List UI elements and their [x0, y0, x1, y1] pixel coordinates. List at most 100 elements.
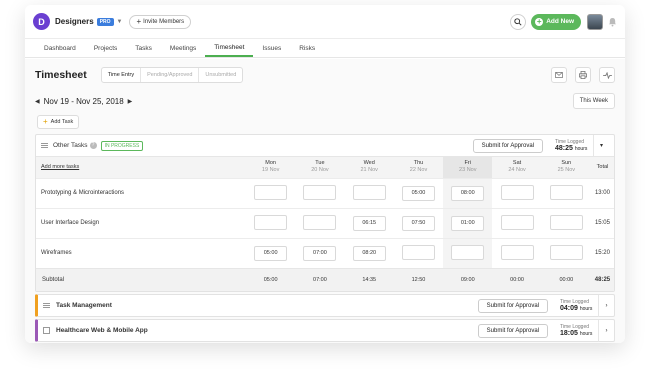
tab-issues[interactable]: Issues	[253, 39, 290, 57]
hours-input[interactable]	[549, 214, 583, 230]
subtotal-value: 00:00	[541, 267, 591, 291]
task-name: Wireframes	[36, 237, 246, 268]
submit-for-approval-button[interactable]: Submit for Approval	[477, 298, 548, 313]
add-task-button[interactable]: + Add Task	[37, 114, 80, 129]
hours-input[interactable]	[303, 214, 337, 230]
workspace-logo[interactable]: D	[33, 13, 50, 30]
day-header: Tue 20 Nov	[295, 157, 345, 178]
invite-members-button[interactable]: + Invite Members	[129, 14, 192, 29]
project-name: Healthcare Web & Mobile App	[56, 327, 148, 334]
hours-input[interactable]: 05:00	[254, 245, 288, 261]
hours-input[interactable]: 07:00	[303, 245, 337, 261]
help-icon[interactable]: ?	[89, 142, 97, 149]
avatar[interactable]	[587, 13, 603, 30]
hours-input[interactable]	[254, 184, 288, 200]
mail-icon	[555, 72, 563, 78]
day-header: Mon 19 Nov	[246, 157, 296, 178]
day-header-today: Fri 23 Nov	[443, 157, 493, 178]
invite-members-label: Invite Members	[143, 18, 185, 25]
time-logged-unit: hours	[579, 331, 593, 337]
tab-dashboard[interactable]: Dashboard	[35, 39, 85, 57]
page-title: Timesheet	[35, 69, 87, 81]
subtotal-value: 07:00	[295, 267, 345, 291]
flag-icon	[43, 327, 50, 334]
bell-icon[interactable]	[608, 17, 617, 27]
hours-input[interactable]	[352, 184, 386, 200]
hours-input[interactable]: 06:15	[352, 215, 386, 231]
view-unsubmitted[interactable]: Unsubmitted	[199, 68, 242, 82]
hours-input[interactable]	[500, 214, 534, 230]
table-header-row: Add more tasks Mon 19 Nov Tue 20 Nov Wed 21…	[36, 157, 614, 178]
chevron-right-icon[interactable]: ›	[598, 294, 614, 317]
chevron-down-icon[interactable]: ▾	[593, 134, 609, 157]
hours-input[interactable]	[500, 184, 534, 200]
row-total: 15:05	[590, 207, 614, 238]
row-total: 13:00	[590, 177, 614, 208]
workspace-name[interactable]: Designers	[55, 17, 94, 26]
tab-tasks[interactable]: Tasks	[126, 39, 161, 57]
time-logged: Time Logged 04:09 hours	[560, 299, 598, 312]
day-header: Wed 21 Nov	[344, 157, 394, 178]
add-more-tasks-link[interactable]: Add more tasks	[41, 164, 79, 170]
list-icon	[43, 303, 50, 308]
add-new-button[interactable]: + Add New	[531, 13, 581, 30]
timesheet-table: Add more tasks Mon 19 Nov Tue 20 Nov Wed 21…	[36, 157, 614, 291]
add-task-label: Add Task	[50, 118, 74, 125]
time-logged-value: 04:09	[560, 305, 578, 312]
subtotal-value: 12:50	[393, 267, 444, 291]
email-button[interactable]	[551, 67, 567, 83]
view-pending-approved[interactable]: Pending/Approved	[141, 68, 200, 82]
subtotal-value: 00:00	[492, 267, 542, 291]
this-week-button[interactable]: This Week	[572, 93, 615, 109]
chevron-right-icon[interactable]: ›	[598, 319, 614, 342]
add-new-label: Add New	[546, 18, 574, 25]
tab-risks[interactable]: Risks	[290, 39, 324, 57]
table-row: Prototyping & Microinteractions 05:00 08…	[36, 177, 614, 208]
project-row-task-management[interactable]: Task Management Submit for Approval Time…	[35, 294, 615, 317]
hours-input[interactable]	[303, 184, 337, 200]
activity-button[interactable]	[599, 67, 615, 83]
total-header: Total	[590, 157, 614, 178]
time-logged: Time Logged 48:25 hours	[555, 139, 593, 152]
hours-input[interactable]: 07:50	[401, 215, 435, 231]
plus-icon: +	[535, 16, 544, 26]
hours-input[interactable]	[254, 214, 288, 230]
hours-input[interactable]	[549, 184, 583, 200]
hours-input[interactable]: 01:00	[451, 215, 485, 231]
list-icon	[41, 143, 48, 148]
main-content: Timesheet Time Entry Pending/Approved Un…	[25, 59, 625, 343]
chevron-left-icon[interactable]: ◀	[35, 98, 40, 105]
subtotal-row: Subtotal 05:00 07:00 14:35 12:50 09:00 0…	[36, 267, 614, 291]
tab-projects[interactable]: Projects	[85, 39, 126, 57]
hours-input[interactable]	[549, 244, 583, 260]
top-bar: D Designers PRO ▼ + Invite Members + Add…	[25, 5, 625, 38]
hours-input[interactable]: 08:00	[451, 185, 485, 201]
day-header: Sat 24 Nov	[492, 157, 542, 178]
time-logged: Time Logged 18:05 hours	[560, 324, 598, 337]
hours-input[interactable]	[401, 244, 435, 260]
hours-input[interactable]	[500, 244, 534, 260]
status-badge: IN PROGRESS	[100, 140, 144, 151]
submit-for-approval-button[interactable]: Submit for Approval	[477, 323, 548, 338]
hours-input[interactable]: 08:20	[352, 245, 386, 261]
tab-timesheet[interactable]: Timesheet	[205, 39, 254, 57]
time-logged-unit: hours	[574, 146, 588, 152]
print-button[interactable]	[575, 67, 591, 83]
submit-for-approval-button[interactable]: Submit for Approval	[472, 138, 543, 153]
view-time-entry[interactable]: Time Entry	[102, 68, 142, 82]
hours-input[interactable]: 05:00	[401, 185, 435, 201]
project-row-healthcare[interactable]: Healthcare Web & Mobile App Submit for A…	[35, 319, 615, 342]
subtotal-value: 14:35	[344, 267, 394, 291]
tab-meetings[interactable]: Meetings	[161, 39, 205, 57]
plus-icon: +	[136, 16, 142, 26]
view-switcher: Time Entry Pending/Approved Unsubmitted	[100, 67, 244, 83]
chevron-down-icon[interactable]: ▼	[117, 19, 123, 25]
pro-badge: PRO	[96, 17, 114, 26]
plus-icon: +	[43, 117, 48, 126]
search-button[interactable]	[510, 13, 527, 30]
date-range: Nov 19 - Nov 25, 2018	[43, 96, 124, 106]
hours-input[interactable]	[451, 244, 485, 260]
task-name: Prototyping & Microinteractions	[36, 177, 246, 208]
table-row: User Interface Design 06:15 07:50 01:00 …	[36, 207, 614, 238]
chevron-right-icon[interactable]: ▶	[128, 98, 133, 105]
